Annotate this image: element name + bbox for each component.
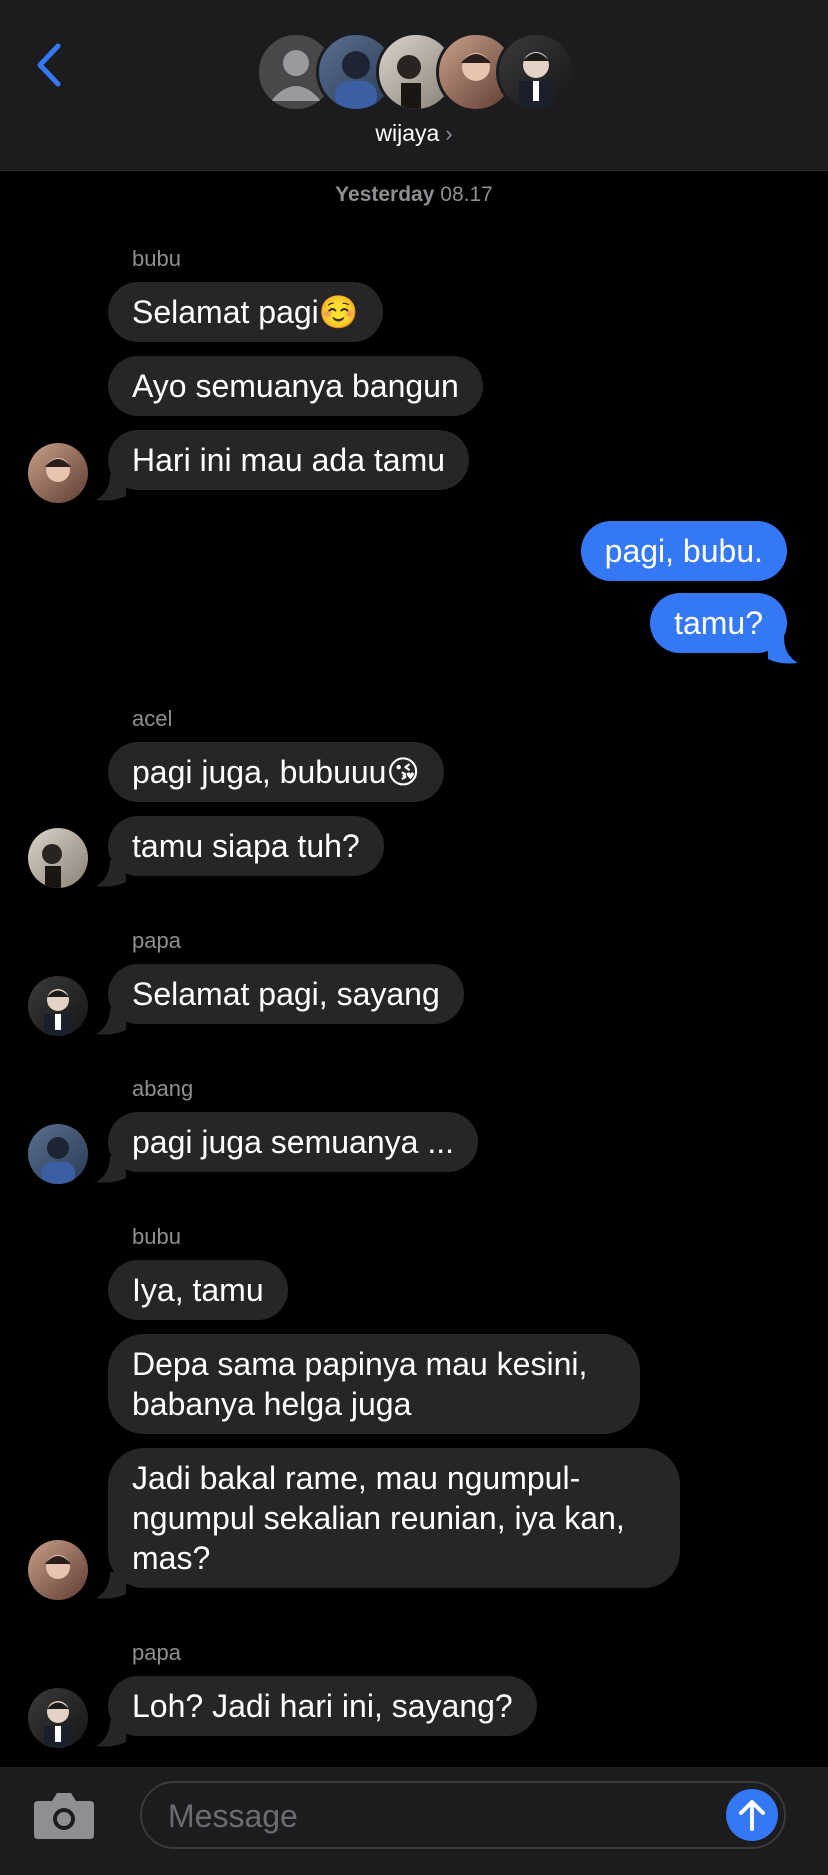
arrow-up-icon	[739, 1800, 765, 1831]
message-bubble[interactable]: Hari ini mau ada tamu	[108, 430, 470, 490]
message-bubble[interactable]: Selamat pagi, sayang	[108, 964, 464, 1024]
group-name-label: wijaya	[375, 120, 440, 146]
bubble-tail	[96, 860, 126, 887]
chevron-right-icon: ›	[445, 121, 453, 146]
sender-name: acel	[132, 706, 173, 731]
avatar-bubu[interactable]	[28, 1540, 88, 1600]
timestamp-time: 08.17	[440, 183, 493, 206]
bubble-tail	[96, 474, 126, 501]
sender-name: papa	[132, 928, 181, 953]
message-bubble[interactable]: Depa sama papinya mau kesini, babanya he…	[108, 1334, 640, 1434]
sender-name: bubu	[132, 1224, 181, 1249]
group-avatars[interactable]	[256, 32, 576, 112]
composer-bar	[0, 1767, 828, 1875]
message-bubble[interactable]: pagi juga semuanya ...	[108, 1112, 478, 1172]
avatar-acel[interactable]	[28, 828, 88, 888]
message-bubble[interactable]: Selamat pagi☺️	[108, 282, 383, 342]
chevron-left-icon[interactable]	[30, 40, 70, 90]
sender-name: papa	[132, 1640, 181, 1665]
sender-name: bubu	[132, 246, 181, 271]
avatar-bubu[interactable]	[28, 443, 88, 503]
group-name[interactable]: wijaya ›	[0, 120, 828, 147]
message-bubble[interactable]: tamu siapa tuh?	[108, 816, 384, 876]
bubble-tail	[96, 1156, 126, 1183]
message-bubble-outgoing[interactable]: tamu?	[650, 593, 787, 653]
message-input[interactable]	[166, 1783, 690, 1849]
avatar-papa[interactable]	[28, 1688, 88, 1748]
avatar-papa[interactable]	[28, 976, 88, 1036]
bubble-tail	[96, 1720, 126, 1747]
camera-icon[interactable]	[32, 1789, 96, 1841]
bubble-tail	[768, 637, 798, 664]
send-button[interactable]	[726, 1789, 778, 1841]
timestamp: Yesterday 08.17	[0, 183, 828, 207]
message-field[interactable]	[140, 1781, 786, 1849]
message-bubble[interactable]: pagi juga, bubuuu😘	[108, 742, 444, 802]
avatar-abang[interactable]	[28, 1124, 88, 1184]
message-bubble[interactable]: Loh? Jadi hari ini, sayang?	[108, 1676, 537, 1736]
avatar-papa	[496, 32, 576, 112]
message-bubble[interactable]: Iya, tamu	[108, 1260, 288, 1320]
message-bubble-outgoing[interactable]: pagi, bubu.	[580, 521, 787, 581]
bubble-tail	[96, 1572, 126, 1599]
bubble-tail	[96, 1008, 126, 1035]
sender-name: abang	[132, 1076, 194, 1101]
timestamp-day: Yesterday	[335, 183, 435, 206]
message-bubble[interactable]: Jadi bakal rame, mau ngumpul-ngumpul sek…	[108, 1448, 680, 1588]
message-bubble[interactable]: Ayo semuanya bangun	[108, 356, 483, 416]
conversation-header: wijaya ›	[0, 0, 828, 171]
